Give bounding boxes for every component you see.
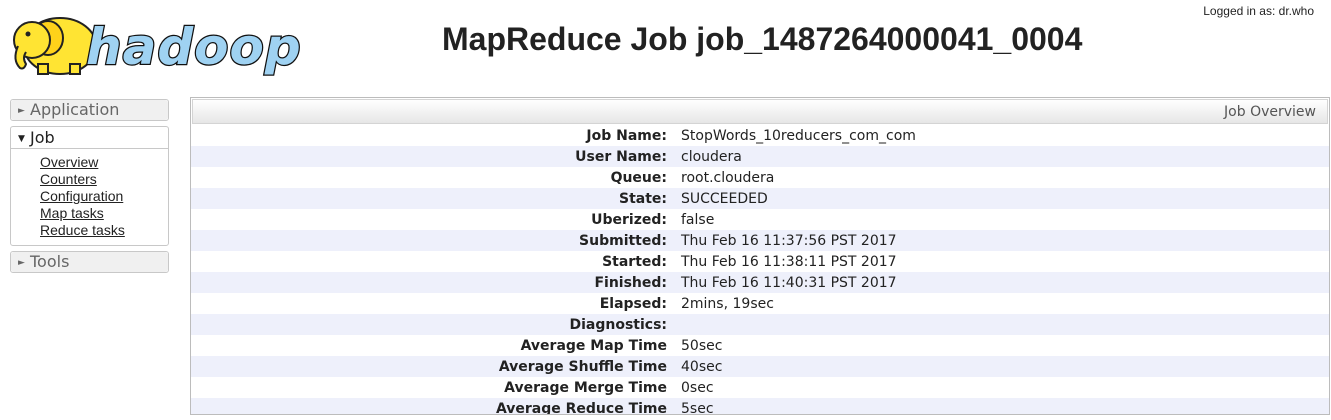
row-label: User Name: [575, 148, 667, 165]
nav-header-label: Job [30, 128, 55, 147]
row-label: Average Reduce Time [495, 400, 667, 415]
row-value: 50sec [681, 337, 723, 354]
row-value: StopWords_10reducers_com_com [681, 127, 916, 144]
row-value: 2mins, 19sec [681, 295, 774, 312]
row-value [681, 314, 1329, 335]
row-value: 0sec [681, 379, 714, 396]
sidebar-nav: ► Application ▼ Job Overview Counters Conf… [10, 99, 169, 278]
table-row: Finished: Thu Feb 16 11:40:31 PST 2017 [191, 272, 1329, 293]
nav-link-reduce-tasks[interactable]: Reduce tasks [40, 222, 125, 238]
row-label: Finished: [594, 274, 667, 291]
table-row: Job Name: StopWords_10reducers_com_com [191, 125, 1329, 146]
row-label: Average Merge Time [504, 379, 667, 396]
row-label: Queue: [610, 169, 667, 186]
nav-link-overview[interactable]: Overview [40, 154, 98, 170]
page-title: MapReduce Job job_1487264000041_0004 [442, 21, 1083, 57]
job-overview-panel: Job Overview Job Name: StopWords_10reduce… [190, 97, 1330, 415]
row-label: Diagnostics: [569, 316, 667, 333]
table-row: Submitted: Thu Feb 16 11:37:56 PST 2017 [191, 230, 1329, 251]
row-value: 40sec [681, 358, 723, 375]
nav-header-label: Tools [30, 252, 70, 271]
nav-link-configuration[interactable]: Configuration [40, 188, 123, 204]
table-row: Average Map Time 50sec [191, 335, 1329, 356]
row-value: 5sec [681, 400, 714, 415]
table-row: Average Shuffle Time 40sec [191, 356, 1329, 377]
nav-link-map-tasks[interactable]: Map tasks [40, 205, 104, 221]
nav-section-job: ▼ Job Overview Counters Configuration Map… [10, 126, 169, 246]
table-row: User Name: cloudera [191, 146, 1329, 167]
table-row: Average Reduce Time 5sec [191, 398, 1329, 415]
table-row: Elapsed: 2mins, 19sec [191, 293, 1329, 314]
row-label: State: [618, 190, 667, 207]
row-value: false [681, 211, 715, 228]
job-links: Overview Counters Configuration Map task… [11, 149, 168, 245]
nav-header-tools[interactable]: ► Tools [11, 252, 168, 272]
row-value: Thu Feb 16 11:40:31 PST 2017 [681, 274, 897, 291]
table-row: Diagnostics: [191, 314, 1329, 335]
row-label: Uberized: [591, 211, 667, 228]
row-value: Thu Feb 16 11:38:11 PST 2017 [681, 253, 897, 270]
row-label: Job Name: [586, 127, 667, 144]
hadoop-logo: hadoop [8, 2, 313, 78]
table-row: Queue: root.cloudera [191, 167, 1329, 188]
nav-section-tools: ► Tools [10, 251, 169, 273]
table-row: Uberized: false [191, 209, 1329, 230]
logged-in-user: Logged in as: dr.who [1203, 4, 1314, 18]
svg-text:hadoop: hadoop [86, 18, 302, 76]
row-value: cloudera [681, 148, 742, 165]
job-overview-header: Job Overview [192, 99, 1328, 124]
nav-link-counters[interactable]: Counters [40, 171, 97, 187]
row-label: Submitted: [579, 232, 667, 249]
table-row: Started: Thu Feb 16 11:38:11 PST 2017 [191, 251, 1329, 272]
nav-header-application[interactable]: ► Application [11, 100, 168, 120]
job-info-table: Job Name: StopWords_10reducers_com_com Us… [191, 125, 1329, 415]
nav-header-job[interactable]: ▼ Job [11, 127, 168, 149]
row-label: Elapsed: [599, 295, 667, 312]
triangle-right-icon: ► [18, 106, 25, 116]
row-label: Average Shuffle Time [498, 358, 667, 375]
triangle-right-icon: ► [18, 258, 25, 268]
row-label: Average Map Time [520, 337, 667, 354]
table-row: Average Merge Time 0sec [191, 377, 1329, 398]
hadoop-elephant-icon: hadoop [13, 17, 302, 77]
table-row: State: SUCCEEDED [191, 188, 1329, 209]
row-label: Started: [602, 253, 667, 270]
row-value: root.cloudera [681, 169, 775, 186]
nav-header-label: Application [30, 100, 120, 119]
row-value: Thu Feb 16 11:37:56 PST 2017 [681, 232, 897, 249]
triangle-down-icon: ▼ [18, 134, 25, 144]
row-value: SUCCEEDED [681, 190, 768, 207]
nav-section-application: ► Application [10, 99, 169, 121]
